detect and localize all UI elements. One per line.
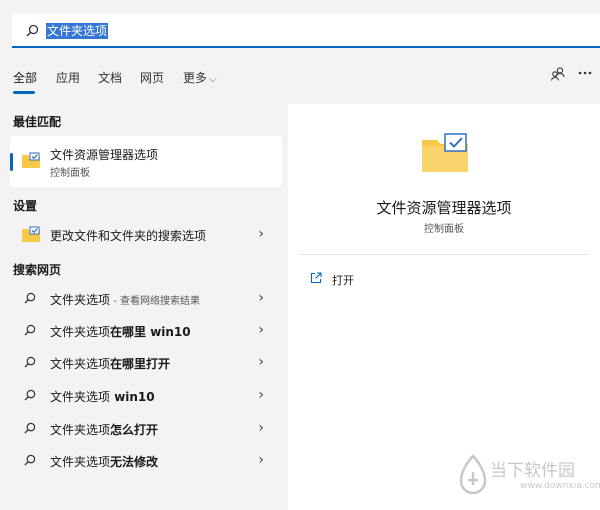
- section-web: 搜索网页: [13, 263, 62, 277]
- detail-subtitle: 控制面板: [424, 224, 464, 235]
- web-result-item[interactable]: 文件夹选项 - 查看网络搜索结果 ›: [10, 286, 282, 312]
- web-result-label: 文件夹选项怎么打开: [50, 421, 158, 438]
- section-best-match: 最佳匹配: [13, 115, 62, 129]
- chevron-right-icon: ›: [258, 290, 264, 306]
- tab-documents[interactable]: 文档: [98, 69, 122, 86]
- search-icon: [24, 454, 36, 466]
- chevron-right-icon: ›: [258, 387, 264, 403]
- web-result-suffix: 在哪里 win10: [110, 325, 191, 339]
- folder-check-icon: [422, 133, 468, 172]
- folder-check-icon: [22, 226, 40, 242]
- search-icon: [24, 389, 36, 401]
- watermark-url: www.downxia.com: [520, 481, 600, 491]
- active-tab-indicator: [13, 91, 35, 94]
- watermark-logo-icon: [459, 454, 487, 494]
- web-result-label: 文件夹选项 win10: [50, 388, 155, 405]
- web-result-prefix: 文件夹选项: [50, 325, 111, 339]
- detail-pane: 文件资源管理器选项 控制面板 打开: [288, 104, 600, 510]
- web-result-item[interactable]: 文件夹选项怎么打开 ›: [10, 416, 282, 442]
- web-result-suffix: 在哪里打开: [110, 357, 171, 371]
- search-input[interactable]: 文件夹选项: [46, 23, 109, 39]
- web-result-label: 文件夹选项无法修改: [50, 453, 158, 470]
- section-settings: 设置: [13, 199, 38, 213]
- web-result-prefix: 文件夹选项: [50, 357, 111, 371]
- divider: [299, 254, 589, 255]
- web-result-prefix: 文件夹选项: [50, 423, 111, 437]
- tab-all[interactable]: 全部: [13, 69, 37, 86]
- settings-item[interactable]: 更改文件和文件夹的搜索选项 ›: [10, 222, 282, 248]
- web-result-label: 文件夹选项在哪里打开: [50, 355, 170, 372]
- web-result-item[interactable]: 文件夹选项在哪里打开 ›: [10, 350, 282, 376]
- tab-web[interactable]: 网页: [140, 69, 164, 86]
- web-result-label: 文件夹选项 - 查看网络搜索结果: [50, 291, 200, 308]
- chevron-right-icon: ›: [258, 420, 264, 436]
- search-icon: [24, 422, 36, 434]
- settings-item-label: 更改文件和文件夹的搜索选项: [50, 229, 207, 243]
- best-match-subtitle: 控制面板: [50, 168, 90, 179]
- chevron-right-icon: ›: [258, 226, 264, 242]
- web-result-suffix: win10: [110, 390, 155, 404]
- chevron-right-icon: ›: [258, 322, 264, 338]
- watermark: 当下软件园 www.downxia.com: [458, 452, 600, 502]
- web-result-prefix: 文件夹选项: [50, 390, 111, 404]
- tab-apps[interactable]: 应用: [56, 69, 80, 86]
- search-box[interactable]: 文件夹选项: [12, 14, 600, 48]
- search-icon: [24, 292, 36, 304]
- tab-more-label: 更多: [183, 71, 208, 85]
- more-options-icon[interactable]: [578, 70, 592, 76]
- web-result-prefix: 文件夹选项: [50, 455, 111, 469]
- open-external-icon: [310, 272, 322, 284]
- best-match-title: 文件资源管理器选项: [50, 148, 159, 162]
- search-icon: [26, 24, 39, 37]
- web-result-item[interactable]: 文件夹选项在哪里 win10 ›: [10, 318, 282, 344]
- selection-accent: [10, 153, 13, 171]
- web-result-item[interactable]: 文件夹选项 win10 ›: [10, 383, 282, 409]
- chevron-right-icon: ›: [258, 452, 264, 468]
- web-result-item[interactable]: 文件夹选项无法修改 ›: [10, 448, 282, 474]
- web-result-suffix: 无法修改: [110, 455, 159, 469]
- chevron-down-icon: ⌵: [209, 74, 217, 85]
- web-result-prefix: 文件夹选项: [50, 293, 111, 307]
- best-match-card[interactable]: 文件资源管理器选项 控制面板: [10, 136, 282, 187]
- account-switch-icon[interactable]: [550, 66, 566, 82]
- detail-title: 文件资源管理器选项: [376, 199, 512, 217]
- chevron-right-icon: ›: [258, 354, 264, 370]
- web-result-hint: - 查看网络搜索结果: [110, 296, 200, 307]
- web-result-suffix: 怎么打开: [110, 423, 159, 437]
- folder-check-icon: [22, 152, 40, 168]
- search-icon: [24, 324, 36, 336]
- tab-more[interactable]: 更多 ⌵: [183, 69, 217, 86]
- open-label: 打开: [332, 274, 354, 287]
- watermark-text: 当下软件园: [490, 461, 575, 481]
- web-result-label: 文件夹选项在哪里 win10: [50, 323, 191, 340]
- search-icon: [24, 356, 36, 368]
